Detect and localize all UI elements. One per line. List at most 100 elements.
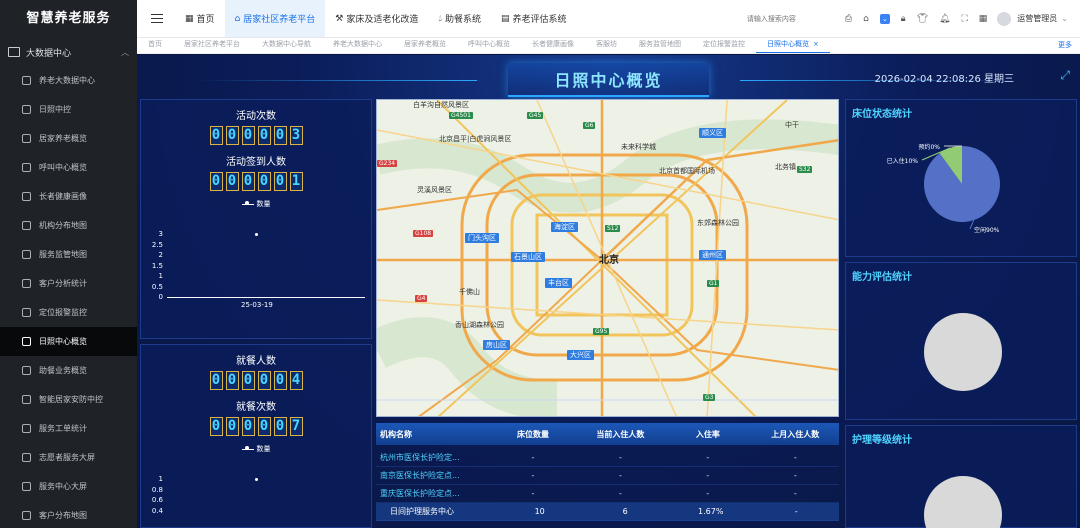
digit: 0 bbox=[257, 172, 271, 191]
chevron-down-icon: ⌄ bbox=[1061, 14, 1068, 23]
table-row[interactable]: 杭州市医保长护险定... - - - - bbox=[376, 449, 839, 467]
tab[interactable]: 首页 bbox=[137, 39, 173, 53]
sidebar-item[interactable]: 志愿者服务大屏 bbox=[0, 443, 137, 472]
fullscreen-icon[interactable]: ⛶ bbox=[961, 14, 967, 24]
sidebar-item[interactable]: 长者健康画像 bbox=[0, 182, 137, 211]
sidebar-item-label: 客户分析统计 bbox=[39, 279, 87, 288]
top-nav-item[interactable]: ▦ 首页 bbox=[175, 0, 225, 37]
tabs-bar: 首页 居家社区养老平台 大数据中心导航 养老大数据中心 居家养老概览 呼叫中心概览 长者健康… bbox=[137, 38, 1080, 54]
top-nav-label: 养老评估系统 bbox=[512, 15, 567, 25]
menu-item-icon bbox=[22, 76, 31, 85]
sidebar-item[interactable]: 呼叫中心概览 bbox=[0, 153, 137, 182]
sidebar-item[interactable]: 机构分布地图 bbox=[0, 211, 137, 240]
y-tick-label: 0.6 bbox=[151, 496, 163, 504]
map-label: 千佛山 bbox=[459, 288, 480, 296]
map-label: 东郊森林公园 bbox=[697, 219, 739, 227]
top-nav-item[interactable]: ⌂ 居家社区养老平台 bbox=[224, 0, 326, 37]
sidebar-item-label: 客户分布地图 bbox=[39, 511, 87, 520]
map-route-badge: S12 bbox=[605, 225, 621, 232]
sidebar-item[interactable]: 日照中控 bbox=[0, 95, 137, 124]
sidebar-item[interactable]: 客户分布地图 bbox=[0, 501, 137, 528]
menu-item-icon bbox=[22, 366, 31, 375]
map-route-badge: G4501 bbox=[449, 112, 473, 119]
tab[interactable]: 日照中心概览 × bbox=[756, 39, 830, 53]
search-input[interactable] bbox=[746, 14, 837, 23]
y-tick-label: 1.5 bbox=[151, 261, 163, 270]
lock-icon[interactable]: 🔒︎ bbox=[901, 14, 906, 24]
top-nav-item[interactable]: 💧︎ 助餐系统 bbox=[428, 0, 491, 37]
document-icon: ▤ bbox=[500, 13, 510, 24]
tab[interactable]: 居家社区养老平台 bbox=[173, 39, 251, 53]
sidebar-item[interactable]: 助餐业务概览 bbox=[0, 356, 137, 385]
data-point[interactable] bbox=[255, 232, 258, 236]
map-route-badge: G108 bbox=[413, 230, 434, 237]
home-icon[interactable]: ⌂ bbox=[863, 14, 869, 24]
chart-legend[interactable]: 数量 bbox=[141, 199, 371, 209]
data-point[interactable] bbox=[255, 477, 258, 481]
tab-label: 定位报警监控 bbox=[703, 40, 745, 48]
bed-status-panel: 床位状态统计 空闲90% 已入住10% 预约0% bbox=[845, 99, 1077, 257]
tab[interactable]: 客服坊 bbox=[585, 39, 628, 53]
institution-map[interactable]: 白羊沟自然风景区 北京昌平|白虎涧风景区 未来科学城 顺义区 北京首都国际机场 … bbox=[376, 99, 839, 417]
map-label: 石景山区 bbox=[511, 252, 545, 262]
map-label: 中干 bbox=[785, 121, 799, 129]
shirt-icon[interactable]: 👕︎ bbox=[917, 14, 928, 24]
tab[interactable]: 定位报警监控 bbox=[692, 39, 756, 53]
chart-legend[interactable]: 数量 bbox=[141, 444, 371, 454]
tab[interactable]: 呼叫中心概览 bbox=[457, 39, 521, 53]
table-row[interactable]: 南京医保长护险定点... - - - - bbox=[376, 467, 839, 485]
dropdown-toggle-icon[interactable]: ⌄ bbox=[879, 13, 890, 24]
tab[interactable]: 养老大数据中心 bbox=[322, 39, 393, 53]
y-tick-label: 1 bbox=[158, 475, 163, 483]
x-axis bbox=[167, 297, 365, 298]
table-row[interactable]: 日间护理服务中心 10 6 1.67% - bbox=[376, 503, 839, 521]
table-cell: - bbox=[793, 471, 797, 480]
table-row[interactable]: 重庆医保长护险定点... - - - - bbox=[376, 485, 839, 503]
digit: 0 bbox=[209, 126, 223, 145]
sidebar-item[interactable]: 定位报警监控 bbox=[0, 298, 137, 327]
fullscreen-icon[interactable]: ⤢ bbox=[1060, 68, 1070, 83]
sidebar-group-bigdata[interactable]: 大数据中心 ︿ bbox=[0, 38, 137, 66]
tab[interactable]: 服务监管地图 bbox=[628, 39, 692, 53]
map-label: 白羊沟自然风景区 bbox=[413, 101, 469, 109]
print-icon[interactable]: ⎙ bbox=[845, 14, 852, 24]
sidebar-item-label: 定位报警监控 bbox=[39, 308, 87, 317]
menu-item-icon bbox=[22, 337, 31, 346]
top-nav-label: 首页 bbox=[196, 15, 215, 25]
activity-panel: 活动次数 000003 活动签到人数 000001 数量 3 2.5 2 1.5 1 0.… bbox=[140, 99, 372, 339]
menu-item-icon bbox=[22, 482, 31, 491]
close-icon[interactable]: × bbox=[813, 40, 819, 48]
map-label: 北京 bbox=[599, 255, 619, 266]
top-nav-item[interactable]: ⚒ 家床及适老化改造 bbox=[325, 0, 428, 37]
bell-icon[interactable]: 🔔︎ bbox=[939, 14, 950, 24]
table-cell: - bbox=[706, 453, 710, 462]
user-menu[interactable]: 运营管理员 ⌄ bbox=[997, 11, 1068, 26]
y-tick-label: 0 bbox=[158, 293, 163, 301]
sidebar-item[interactable]: 养老大数据中心 bbox=[0, 66, 137, 95]
tab[interactable]: 长者健康画像 bbox=[521, 39, 585, 53]
page-title: 日照中心概览 bbox=[508, 63, 709, 97]
grid-icon[interactable]: ▦ bbox=[979, 14, 988, 24]
sidebar-item[interactable]: 日照中心概览 bbox=[0, 327, 137, 356]
map-label: 未来科学城 bbox=[621, 143, 656, 151]
hammer-icon: ⚒ bbox=[335, 13, 344, 24]
map-route-badge: G6 bbox=[583, 122, 596, 129]
tab[interactable]: 大数据中心导航 bbox=[251, 39, 322, 53]
sidebar-item[interactable]: 服务工单统计 bbox=[0, 414, 137, 443]
sidebar-item[interactable]: 服务监管地图 bbox=[0, 240, 137, 269]
panel-title: 护理等级统计 bbox=[852, 435, 912, 446]
top-nav-item[interactable]: ▤ 养老评估系统 bbox=[491, 0, 577, 37]
tab-label: 养老大数据中心 bbox=[333, 40, 382, 48]
sidebar-item[interactable]: 居家养老概览 bbox=[0, 124, 137, 153]
sidebar-item[interactable]: 智能居家安防中控 bbox=[0, 385, 137, 414]
menu-toggle-icon[interactable] bbox=[151, 11, 163, 26]
sidebar-item[interactable]: 客户分析统计 bbox=[0, 269, 137, 298]
care-level-panel: 护理等级统计 bbox=[845, 425, 1077, 528]
activity-signin-label: 活动签到人数 bbox=[226, 157, 286, 168]
sidebar-item-label: 机构分布地图 bbox=[39, 221, 87, 230]
table-header-cell: 当前入住人数 bbox=[596, 429, 645, 439]
tabs-more-button[interactable]: 更多 bbox=[1050, 40, 1080, 53]
table-cell: - bbox=[618, 471, 622, 480]
sidebar-item[interactable]: 服务中心大屏 bbox=[0, 472, 137, 501]
tab[interactable]: 居家养老概览 bbox=[393, 39, 457, 53]
